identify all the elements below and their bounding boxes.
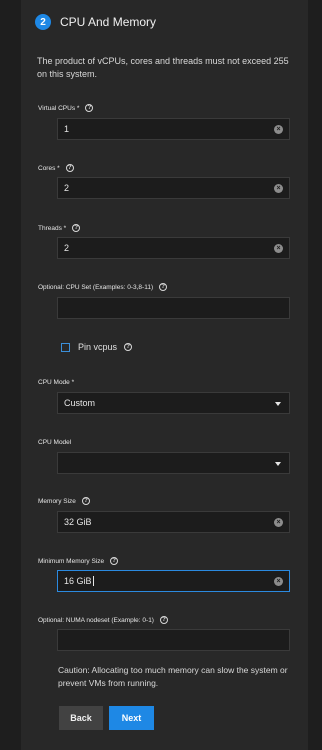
cpu-model-label: CPU Model bbox=[38, 438, 72, 446]
virtual-cpus-input[interactable]: 1 × bbox=[57, 118, 290, 140]
cores-value: 2 bbox=[64, 183, 70, 193]
clear-icon[interactable]: × bbox=[274, 518, 283, 527]
cpu-set-input[interactable] bbox=[57, 297, 290, 319]
memory-size-label: Memory Size bbox=[38, 497, 76, 505]
back-button[interactable]: Back bbox=[59, 706, 103, 730]
step-number-badge: 2 bbox=[35, 14, 51, 30]
threads-input[interactable]: 2 × bbox=[57, 237, 290, 259]
cpu-mode-label-row: CPU Mode * bbox=[38, 376, 74, 388]
virtual-cpus-label: Virtual CPUs * bbox=[38, 104, 80, 112]
memory-size-input[interactable]: 32 GiB × bbox=[57, 511, 290, 533]
memory-size-value: 32 GiB bbox=[64, 517, 92, 527]
intro-text: The product of vCPUs, cores and threads … bbox=[37, 56, 289, 79]
help-icon[interactable]: ? bbox=[85, 104, 94, 112]
pin-vcpus-row: Pin vcpus ? bbox=[61, 340, 133, 354]
chevron-down-icon bbox=[275, 462, 281, 466]
help-icon[interactable]: ? bbox=[159, 616, 168, 624]
text-cursor bbox=[92, 576, 94, 586]
memory-caution-text: Caution: Allocating too much memory can … bbox=[58, 665, 288, 688]
virtual-cpus-label-row: Virtual CPUs * ? bbox=[38, 102, 94, 114]
cpu-mode-select[interactable]: Custom bbox=[57, 392, 290, 414]
next-button[interactable]: Next bbox=[109, 706, 154, 730]
help-icon[interactable]: ? bbox=[159, 283, 168, 291]
clear-icon[interactable]: × bbox=[274, 577, 283, 586]
clear-icon[interactable]: × bbox=[274, 184, 283, 193]
numa-nodeset-input[interactable] bbox=[57, 629, 290, 651]
min-memory-size-label-row: Minimum Memory Size ? bbox=[38, 555, 119, 567]
step-header: 2 CPU And Memory bbox=[35, 13, 156, 31]
cpu-set-label-row: Optional: CPU Set (Examples: 0-3,8-11) ? bbox=[38, 281, 168, 293]
numa-nodeset-label-row: Optional: NUMA nodeset (Example: 0-1) ? bbox=[38, 614, 168, 626]
step-title: CPU And Memory bbox=[60, 15, 157, 29]
pin-vcpus-checkbox[interactable] bbox=[61, 342, 70, 352]
help-icon[interactable]: ? bbox=[72, 224, 81, 232]
help-icon[interactable]: ? bbox=[81, 497, 90, 505]
help-icon[interactable]: ? bbox=[124, 343, 133, 351]
min-memory-size-input[interactable]: 16 GiB × bbox=[57, 570, 290, 592]
chevron-down-icon bbox=[275, 402, 281, 406]
threads-value: 2 bbox=[64, 243, 70, 253]
cpu-model-select[interactable] bbox=[57, 452, 290, 474]
virtual-cpus-value: 1 bbox=[64, 124, 70, 134]
pin-vcpus-label: Pin vcpus bbox=[78, 342, 118, 352]
threads-label-row: Threads * ? bbox=[38, 222, 81, 234]
cpu-model-label-row: CPU Model bbox=[38, 436, 71, 448]
min-memory-size-value: 16 GiB bbox=[64, 576, 92, 586]
cores-label: Cores * bbox=[38, 164, 60, 172]
clear-icon[interactable]: × bbox=[274, 244, 283, 253]
cpu-mode-label: CPU Mode * bbox=[38, 378, 75, 386]
min-memory-size-label: Minimum Memory Size bbox=[38, 557, 105, 565]
help-icon[interactable]: ? bbox=[65, 164, 74, 172]
cores-input[interactable]: 2 × bbox=[57, 177, 290, 199]
memory-size-label-row: Memory Size ? bbox=[38, 495, 90, 507]
cpu-set-label: Optional: CPU Set (Examples: 0-3,8-11) bbox=[38, 283, 154, 291]
help-icon[interactable]: ? bbox=[110, 557, 119, 565]
cores-label-row: Cores * ? bbox=[38, 162, 74, 174]
cpu-mode-value: Custom bbox=[64, 398, 96, 408]
numa-nodeset-label: Optional: NUMA nodeset (Example: 0-1) bbox=[38, 616, 154, 624]
threads-label: Threads * bbox=[38, 224, 67, 232]
clear-icon[interactable]: × bbox=[274, 125, 283, 134]
